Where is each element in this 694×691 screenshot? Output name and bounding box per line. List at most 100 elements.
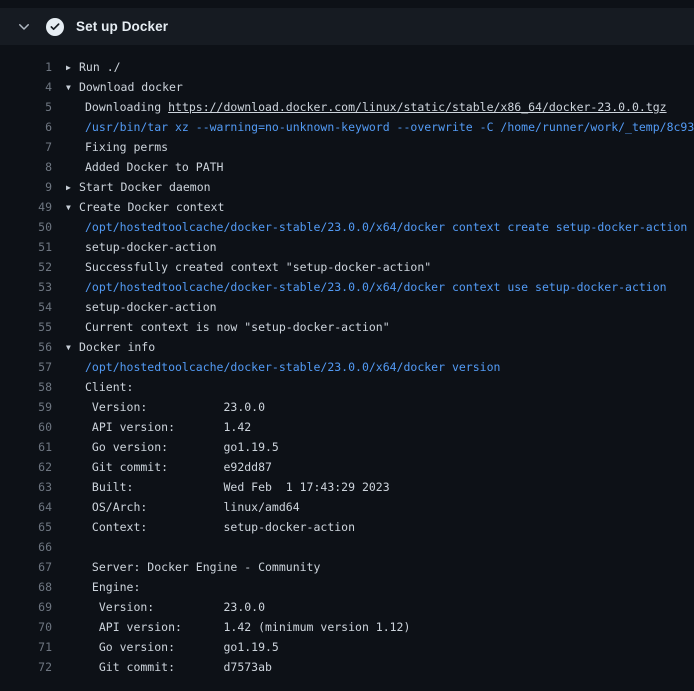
- log-line-content: Server: Docker Engine - Community: [52, 557, 320, 577]
- line-number[interactable]: 52: [0, 257, 52, 277]
- line-number[interactable]: 7: [0, 137, 52, 157]
- line-number[interactable]: 4: [0, 77, 52, 97]
- log-line-content: setup-docker-action: [52, 237, 217, 257]
- line-number[interactable]: 9: [0, 177, 52, 197]
- line-number[interactable]: 57: [0, 357, 52, 377]
- log-line: 65 Context: setup-docker-action: [0, 517, 694, 537]
- log-text: Go version: go1.19.5: [85, 440, 279, 454]
- log-line-content: API version: 1.42 (minimum version 1.12): [52, 617, 410, 637]
- log-line-content: setup-docker-action: [52, 297, 217, 317]
- log-line-content: Client:: [52, 377, 133, 397]
- log-line-content: Engine:: [52, 577, 140, 597]
- line-number[interactable]: 72: [0, 657, 52, 677]
- log-line: 60 API version: 1.42: [0, 417, 694, 437]
- triangle-right-icon[interactable]: ▶: [66, 178, 79, 197]
- log-line-content: Context: setup-docker-action: [52, 517, 355, 537]
- log-line: 55 Current context is now "setup-docker-a…: [0, 317, 694, 337]
- log-line-content: Built: Wed Feb 1 17:43:29 2023: [52, 477, 390, 497]
- log-line-content: Git commit: e92dd87: [52, 457, 272, 477]
- group-line-content: ▼Download docker: [52, 77, 183, 97]
- line-number[interactable]: 51: [0, 237, 52, 257]
- line-number[interactable]: 8: [0, 157, 52, 177]
- line-number[interactable]: 49: [0, 197, 52, 217]
- line-number[interactable]: 59: [0, 397, 52, 417]
- check-circle-icon: [46, 18, 64, 36]
- line-number[interactable]: 60: [0, 417, 52, 437]
- log-line-content: Go version: go1.19.5: [52, 437, 279, 457]
- line-number[interactable]: 61: [0, 437, 52, 457]
- log-text: Current context is now "setup-docker-act…: [85, 320, 390, 334]
- log-line-content: Fixing perms: [52, 137, 168, 157]
- line-number[interactable]: 71: [0, 637, 52, 657]
- log-group-header[interactable]: 49▼Create Docker context: [0, 197, 694, 217]
- log-line: 57/opt/hostedtoolcache/docker-stable/23.…: [0, 357, 694, 377]
- triangle-right-icon[interactable]: ▶: [66, 58, 79, 77]
- line-number[interactable]: 67: [0, 557, 52, 577]
- log-line-content: Git commit: d7573ab: [52, 657, 272, 677]
- line-number[interactable]: 65: [0, 517, 52, 537]
- step-header-setup-docker[interactable]: Set up Docker: [0, 8, 694, 45]
- log-text: Git commit: e92dd87: [85, 460, 272, 474]
- line-number[interactable]: 68: [0, 577, 52, 597]
- log-text: Engine:: [85, 580, 140, 594]
- line-number[interactable]: 62: [0, 457, 52, 477]
- log-line-content: Successfully created context "setup-dock…: [52, 257, 431, 277]
- line-number[interactable]: 63: [0, 477, 52, 497]
- log-text: Added Docker to PATH: [85, 160, 223, 174]
- log-line: 68 Engine:: [0, 577, 694, 597]
- log-link[interactable]: https://download.docker.com/linux/static…: [168, 100, 667, 114]
- log-line: 54setup-docker-action: [0, 297, 694, 317]
- log-text: Fixing perms: [85, 140, 168, 154]
- triangle-down-icon[interactable]: ▼: [66, 198, 79, 217]
- log-line: 5Downloading https://download.docker.com…: [0, 97, 694, 117]
- group-line-content: ▶Start Docker daemon: [52, 177, 211, 197]
- log-line-content: Version: 23.0.0: [52, 597, 265, 617]
- line-number[interactable]: 55: [0, 317, 52, 337]
- group-label: Run ./: [79, 60, 121, 74]
- log-group-header[interactable]: 9▶Start Docker daemon: [0, 177, 694, 197]
- chevron-down-icon[interactable]: [16, 19, 32, 35]
- line-number[interactable]: 69: [0, 597, 52, 617]
- log-line: 67 Server: Docker Engine - Community: [0, 557, 694, 577]
- log-line: 63 Built: Wed Feb 1 17:43:29 2023: [0, 477, 694, 497]
- log-group-header[interactable]: 56▼Docker info: [0, 337, 694, 357]
- log-text: Git commit: d7573ab: [85, 660, 272, 674]
- log-line-content: /usr/bin/tar xz --warning=no-unknown-key…: [52, 117, 694, 137]
- line-number[interactable]: 53: [0, 277, 52, 297]
- log-line: 72 Git commit: d7573ab: [0, 657, 694, 677]
- log-group-header[interactable]: 4▼Download docker: [0, 77, 694, 97]
- line-number[interactable]: 6: [0, 117, 52, 137]
- log-text: Built: Wed Feb 1 17:43:29 2023: [85, 480, 390, 494]
- triangle-down-icon[interactable]: ▼: [66, 78, 79, 97]
- line-number[interactable]: 70: [0, 617, 52, 637]
- triangle-down-icon[interactable]: ▼: [66, 338, 79, 357]
- log-line: 71 Go version: go1.19.5: [0, 637, 694, 657]
- log-text: Version: 23.0.0: [85, 400, 265, 414]
- log-line: 53/opt/hostedtoolcache/docker-stable/23.…: [0, 277, 694, 297]
- line-number[interactable]: 1: [0, 57, 52, 77]
- group-line-content: ▶Run ./: [52, 57, 121, 77]
- line-number[interactable]: 54: [0, 297, 52, 317]
- line-number[interactable]: 64: [0, 497, 52, 517]
- line-number[interactable]: 58: [0, 377, 52, 397]
- log-group-header[interactable]: 1▶Run ./: [0, 57, 694, 77]
- log-line: 51 setup-docker-action: [0, 237, 694, 257]
- log-line-content: Current context is now "setup-docker-act…: [52, 317, 390, 337]
- log-line: 69 Version: 23.0.0: [0, 597, 694, 617]
- group-line-content: ▼Create Docker context: [52, 197, 224, 217]
- line-number[interactable]: 5: [0, 97, 52, 117]
- line-number[interactable]: 56: [0, 337, 52, 357]
- log-text: setup-docker-action: [85, 240, 217, 254]
- command-text: /opt/hostedtoolcache/docker-stable/23.0.…: [85, 220, 687, 234]
- log-line-content: Downloading https://download.docker.com/…: [52, 97, 667, 117]
- step-title: Set up Docker: [76, 19, 168, 34]
- log-line-content: Added Docker to PATH: [52, 157, 223, 177]
- log-line: 7 Fixing perms: [0, 137, 694, 157]
- line-number[interactable]: 50: [0, 217, 52, 237]
- log-line: 61 Go version: go1.19.5: [0, 437, 694, 457]
- log-line: 6/usr/bin/tar xz --warning=no-unknown-ke…: [0, 117, 694, 137]
- line-number[interactable]: 66: [0, 537, 52, 557]
- log-line: 59 Version: 23.0.0: [0, 397, 694, 417]
- log-line: 64 OS/Arch: linux/amd64: [0, 497, 694, 517]
- log-text: Version: 23.0.0: [85, 600, 265, 614]
